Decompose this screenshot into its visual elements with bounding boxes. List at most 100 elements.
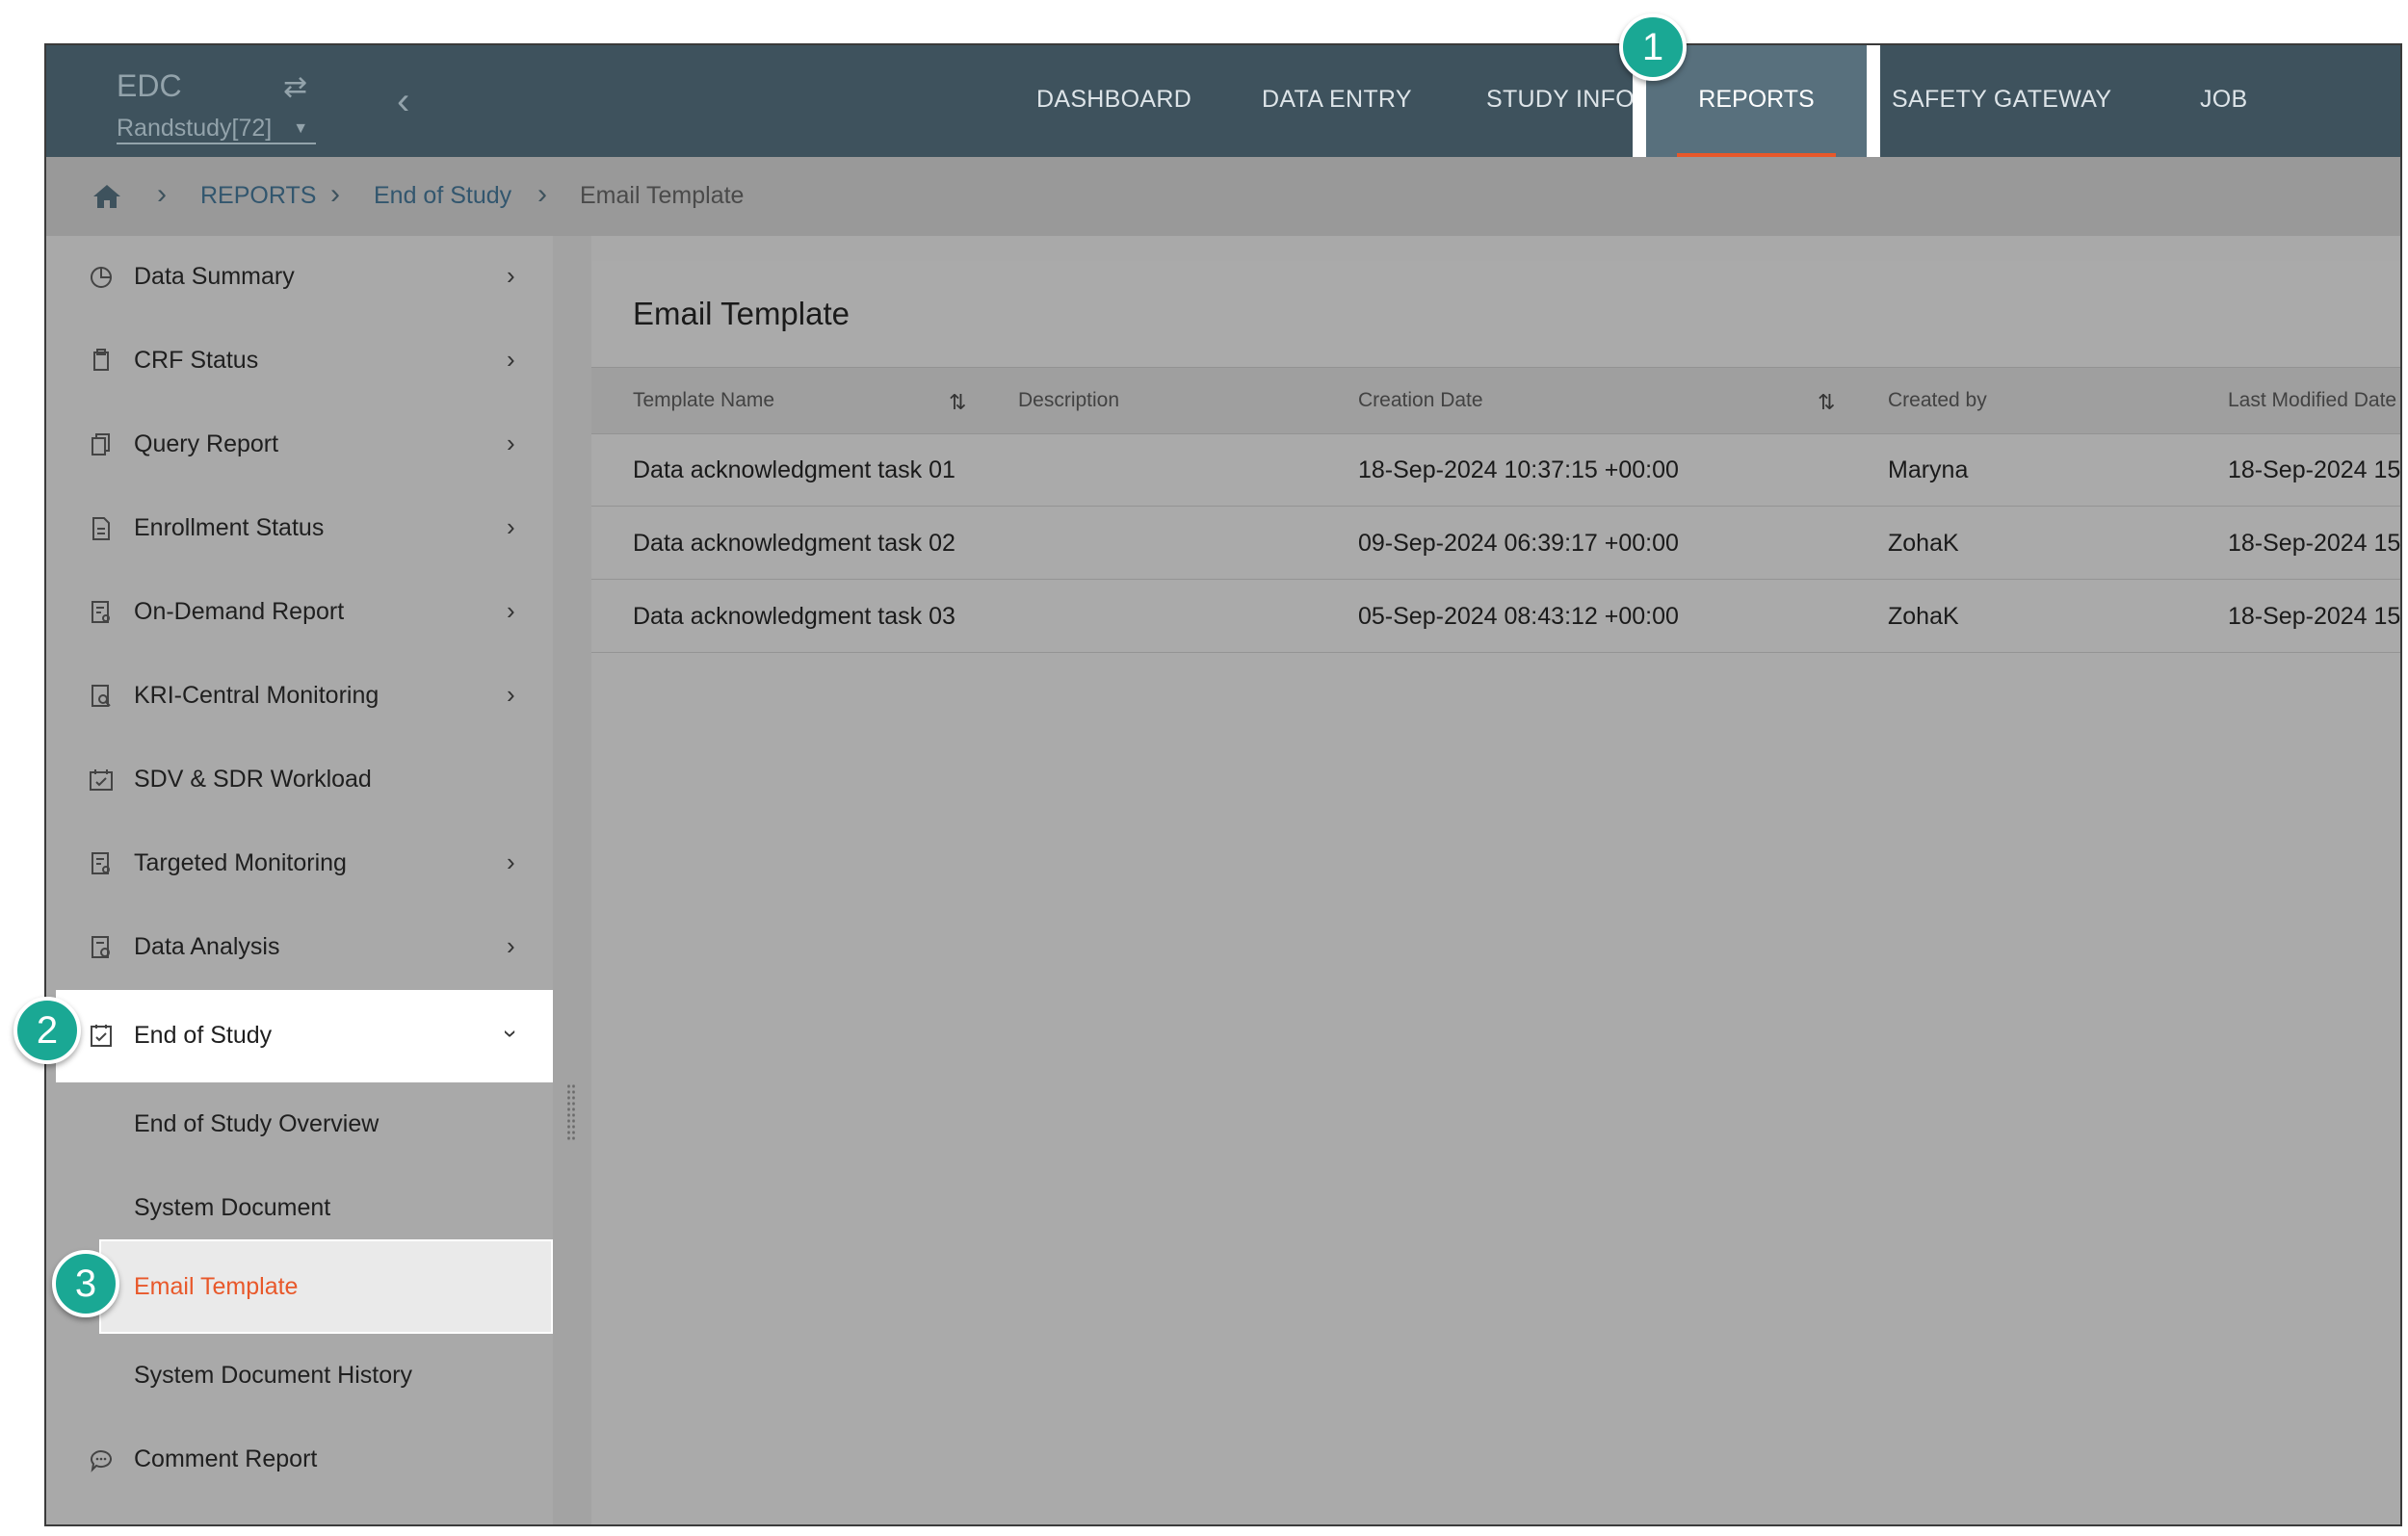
main-panel: Email Template Template Name ⇅ Descripti…: [591, 261, 2402, 1524]
monitor-report-icon: [92, 685, 111, 707]
sidebar-item-comment-report[interactable]: Comment Report: [46, 1419, 553, 1501]
nav-study-info[interactable]: STUDY INFO: [1486, 86, 1635, 114]
sidebar-item-label: Query Report: [134, 430, 279, 457]
callout-badge-2: 2: [13, 997, 81, 1064]
sidebar-subitem-end-of-study-overview[interactable]: End of Study Overview: [46, 1083, 553, 1166]
breadcrumb-end-of-study[interactable]: End of Study: [374, 182, 511, 210]
column-header-template-name[interactable]: Template Name: [633, 389, 774, 412]
table-row[interactable]: Data acknowledgment task 01 18-Sep-2024 …: [591, 433, 2402, 507]
drag-handle-icon[interactable]: [566, 1083, 576, 1141]
sidebar-item-label: End of Study: [134, 1022, 273, 1049]
sort-icon[interactable]: ⇅: [1818, 390, 1835, 415]
chevron-right-icon: ›: [507, 680, 515, 709]
chevron-right-icon: ›: [507, 512, 515, 541]
cell-last-modified-date: 18-Sep-2024 15:: [2228, 603, 2402, 630]
cell-created-by: ZohaK: [1888, 603, 1959, 630]
cell-creation-date: 18-Sep-2024 10:37:15 +00:00: [1358, 456, 1679, 483]
sidebar-subitem-email-template[interactable]: Email Template: [99, 1239, 553, 1334]
cell-created-by: Maryna: [1888, 456, 1969, 483]
breadcrumb-separator-icon: ›: [537, 178, 547, 210]
breadcrumb-reports[interactable]: REPORTS: [200, 182, 316, 210]
chevron-right-icon: ›: [507, 429, 515, 457]
sidebar-subitem-system-document[interactable]: System Document: [46, 1167, 553, 1250]
sidebar-item-label: Enrollment Status: [134, 514, 325, 541]
document-icon: [92, 517, 110, 540]
nav-job[interactable]: JOB: [2200, 86, 2248, 114]
chevron-right-icon: ›: [507, 847, 515, 876]
clipboard-check-icon: [91, 1025, 112, 1047]
sidebar-item-label: SDV & SDR Workload: [134, 766, 372, 793]
sidebar-item-label: End of Study Overview: [134, 1110, 380, 1137]
column-header-description: Description: [1018, 389, 1120, 411]
sidebar-item-enrollment-status[interactable]: Enrollment Status ›: [46, 487, 553, 570]
pages-icon: [92, 433, 110, 456]
sidebar-item-sdv-sdr-workload[interactable]: SDV & SDR Workload: [46, 739, 553, 821]
sidebar-item-on-demand-report[interactable]: On-Demand Report ›: [46, 571, 553, 654]
breadcrumb-separator-icon: ›: [157, 178, 167, 210]
sidebar-subitem-system-document-history[interactable]: System Document History: [46, 1335, 553, 1418]
chevron-right-icon: ›: [507, 261, 515, 290]
sort-icon[interactable]: ⇅: [949, 390, 966, 415]
sidebar-item-label: System Document: [134, 1194, 331, 1221]
table-header: Template Name ⇅ Description Creation Dat…: [591, 367, 2400, 434]
pie-chart-icon: [91, 267, 112, 288]
chevron-right-icon: ›: [507, 345, 515, 374]
callout-badge-1: 1: [1619, 13, 1687, 81]
app-window: EDC ⇄ Randstudy[72] ▼ ‹ DASHBOARD DATA EN…: [44, 43, 2402, 1526]
app-name: EDC: [117, 68, 182, 103]
switch-app-icon[interactable]: ⇄: [283, 70, 307, 104]
report-icon: [92, 601, 110, 623]
sidebar-item-label: Targeted Monitoring: [134, 849, 347, 876]
cell-template-name: Data acknowledgment task 02: [633, 530, 955, 557]
study-selector[interactable]: Randstudy[72] ▼: [117, 115, 317, 144]
sidebar-item-label: Comment Report: [134, 1445, 318, 1472]
breadcrumb-separator-icon: ›: [330, 178, 340, 210]
cell-creation-date: 05-Sep-2024 08:43:12 +00:00: [1358, 603, 1679, 630]
sidebar-item-end-of-study[interactable]: End of Study ›: [56, 990, 553, 1082]
sidebar-item-data-summary[interactable]: Data Summary ›: [46, 236, 553, 319]
cell-template-name: Data acknowledgment task 01: [633, 456, 955, 483]
sidebar-item-crf-status[interactable]: CRF Status ›: [46, 320, 553, 403]
sidebar: Data Summary › CRF Status › Query Report…: [46, 236, 553, 1524]
cell-last-modified-date: 18-Sep-2024 15:: [2228, 456, 2402, 483]
sidebar-item-label: KRI-Central Monitoring: [134, 682, 380, 709]
comment-icon: [91, 1450, 112, 1472]
analysis-icon: [92, 936, 110, 958]
chevron-right-icon: ›: [507, 931, 515, 960]
sidebar-item-query-report[interactable]: Query Report ›: [46, 404, 553, 486]
table-row[interactable]: Data acknowledgment task 02 09-Sep-2024 …: [591, 507, 2402, 580]
breadcrumb: › REPORTS › End of Study › Email Templat…: [46, 157, 2400, 236]
sidebar-item-targeted-monitoring[interactable]: Targeted Monitoring ›: [46, 822, 553, 905]
study-selector-value: Randstudy[72]: [117, 115, 273, 142]
collapse-sidebar-icon[interactable]: ‹: [397, 82, 409, 120]
table-row[interactable]: Data acknowledgment task 03 05-Sep-2024 …: [591, 580, 2402, 653]
nav-safety-gateway[interactable]: SAFETY GATEWAY: [1892, 86, 2111, 114]
copy-icon: [93, 349, 109, 371]
report-icon: [92, 852, 110, 874]
sidebar-item-label: Data Summary: [134, 263, 295, 290]
cell-created-by: ZohaK: [1888, 530, 1959, 557]
sidebar-item-label: Data Analysis: [134, 933, 280, 960]
home-icon[interactable]: [92, 184, 121, 209]
calendar-check-icon: [90, 769, 113, 791]
caret-down-icon: ▼: [293, 120, 309, 138]
column-header-last-modified-date[interactable]: Last Modified Date: [2228, 389, 2396, 412]
chevron-right-icon: ›: [507, 596, 515, 625]
chevron-down-icon: ›: [496, 1029, 526, 1038]
sidebar-item-label: CRF Status: [134, 347, 259, 374]
nav-reports-label: REPORTS: [1698, 86, 1815, 113]
nav-dashboard[interactable]: DASHBOARD: [1036, 86, 1191, 114]
breadcrumb-current: Email Template: [580, 182, 745, 209]
cell-creation-date: 09-Sep-2024 06:39:17 +00:00: [1358, 530, 1679, 557]
sidebar-resizer[interactable]: [553, 236, 591, 1524]
top-navigation-bar: EDC ⇄ Randstudy[72] ▼ ‹ DASHBOARD DATA EN…: [46, 45, 2400, 157]
nav-data-entry[interactable]: DATA ENTRY: [1262, 86, 1412, 114]
sidebar-item-data-analysis[interactable]: Data Analysis ›: [46, 906, 553, 989]
sidebar-item-kri-central-monitoring[interactable]: KRI-Central Monitoring ›: [46, 655, 553, 738]
cell-last-modified-date: 18-Sep-2024 15:: [2228, 530, 2402, 557]
column-header-creation-date[interactable]: Creation Date: [1358, 389, 1483, 412]
column-header-created-by: Created by: [1888, 389, 1987, 411]
page-title: Email Template: [633, 296, 850, 331]
callout-badge-3: 3: [52, 1250, 119, 1317]
sidebar-item-label: System Document History: [134, 1362, 412, 1389]
